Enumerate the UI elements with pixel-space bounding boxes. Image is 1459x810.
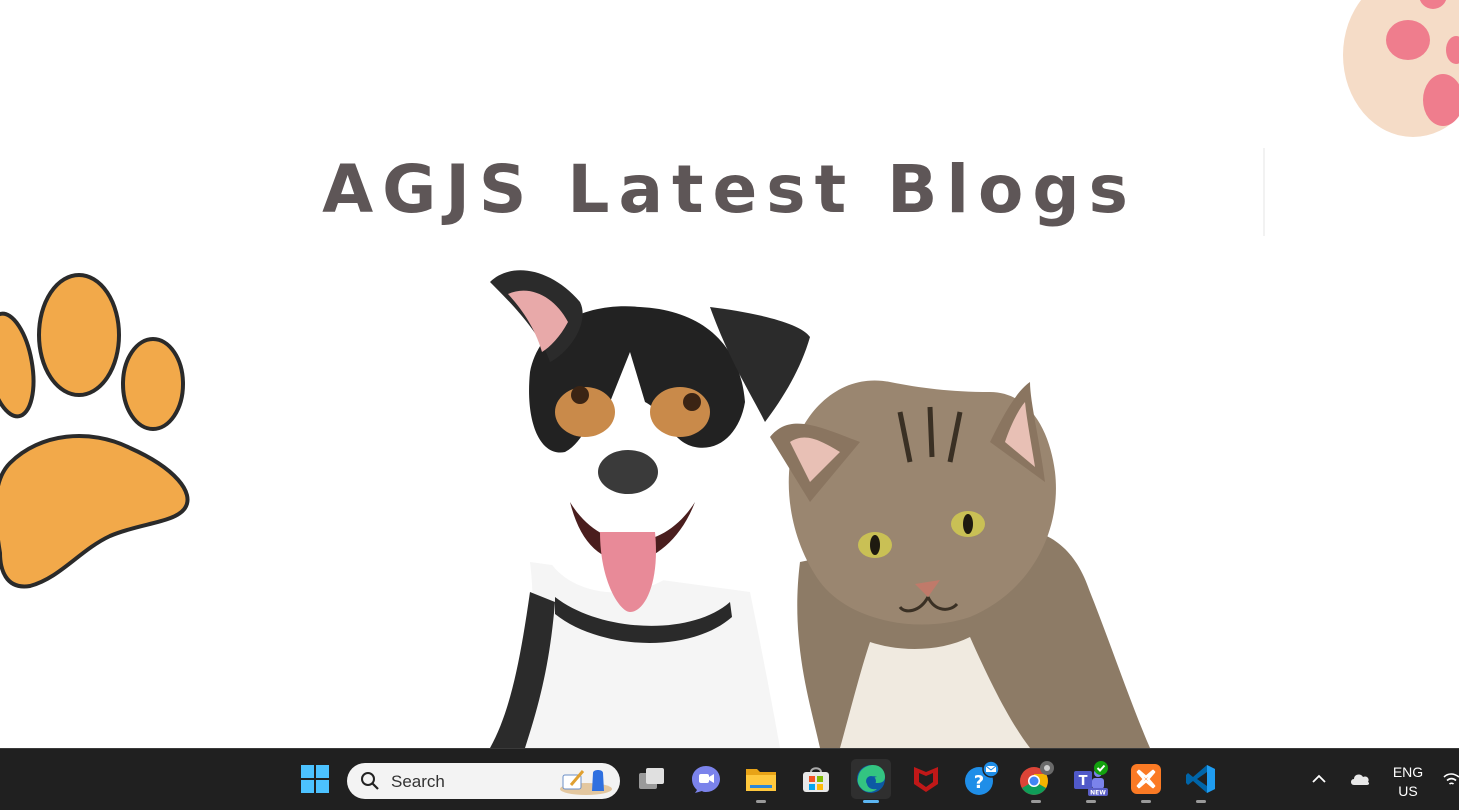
running-indicator [1086,800,1096,803]
divider [1263,148,1265,236]
edge-browser-icon [857,765,885,793]
chevron-up-icon [1312,774,1326,783]
cloud-icon [1351,774,1370,785]
task-view-icon [639,768,664,789]
language-indicator[interactable]: ENG US [1387,763,1429,801]
active-indicator [863,800,879,803]
mcafee-shield-icon [914,767,938,792]
running-indicator [1141,800,1151,803]
running-indicator [756,800,766,803]
paw-print-orange-decoration [0,273,190,589]
search-highlight-icon [560,770,612,795]
xampp-icon [1131,764,1161,794]
blog-page: AGJS Latest Blogs [0,0,1459,748]
running-indicator [1196,800,1206,803]
meet-button[interactable] [686,759,726,799]
edge-button[interactable] [851,759,891,803]
onedrive-button[interactable] [1343,759,1377,799]
get-help-button[interactable]: ? [961,759,1001,799]
xampp-button[interactable] [1126,759,1166,803]
language-code: ENG [1392,764,1424,780]
taskbar-search-box[interactable]: Search [347,763,620,799]
vscode-button[interactable] [1181,759,1221,803]
file-explorer-button[interactable] [741,759,781,803]
store-icon [803,767,829,792]
wifi-icon[interactable] [1443,771,1459,789]
task-view-button[interactable] [632,759,672,799]
mcafee-button[interactable] [906,759,946,799]
teams-icon: T NEW [1074,761,1108,797]
video-chat-icon [692,766,720,793]
region-code: US [1398,783,1418,799]
windows-logo-icon [301,765,329,793]
help-icon: ? [965,761,999,795]
svg-text:T: T [1079,774,1088,789]
show-hidden-icons-button[interactable] [1302,759,1336,799]
chrome-icon [1020,761,1054,795]
search-icon [361,772,379,790]
svg-text:NEW: NEW [1090,790,1106,797]
running-indicator [1031,800,1041,803]
microsoft-store-button[interactable] [796,759,836,799]
page-title: AGJS Latest Blogs [322,151,1137,228]
windows-taskbar: Search ? T NEW ENG US [0,748,1459,810]
chrome-button[interactable] [1016,759,1056,803]
search-placeholder: Search [391,772,445,791]
teams-button[interactable]: T NEW [1071,759,1111,803]
folder-icon [746,769,776,791]
dog-and-cat-image [490,270,1150,748]
start-button[interactable] [295,759,335,799]
svg-text:?: ? [974,772,984,793]
vscode-icon [1186,765,1215,793]
